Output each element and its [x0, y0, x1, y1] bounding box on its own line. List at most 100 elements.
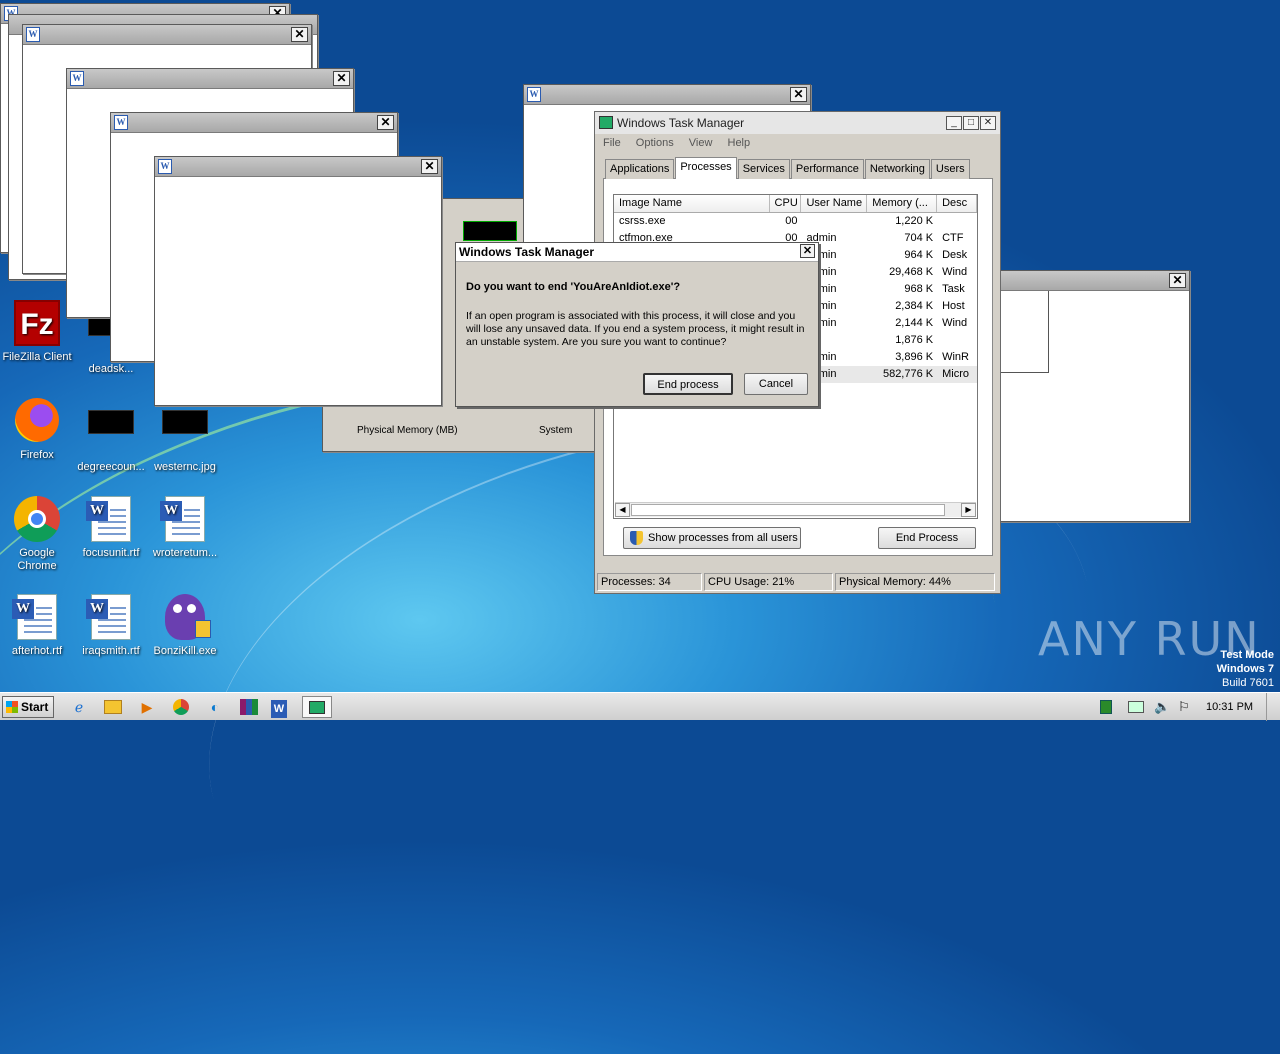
tray-volume-icon[interactable]: 🔈 — [1154, 699, 1170, 715]
cell-memory: 1,220 K — [895, 215, 934, 227]
cell-description: Wind — [942, 266, 968, 278]
dialog-question: Do you want to end 'YouAreAnIdiot.exe'? — [466, 281, 681, 293]
tab-processes[interactable]: Processes — [675, 157, 737, 179]
end-process-dialog[interactable]: Windows Task Manager ✕ Do you want to en… — [455, 242, 819, 407]
end-process-button[interactable]: End Process — [878, 527, 976, 549]
scroll-left-arrow[interactable]: ◀ — [615, 503, 630, 517]
chrome-icon — [13, 496, 61, 544]
desktop-icon-bonzikill[interactable]: BonziKill.exe — [148, 594, 222, 658]
tab-networking[interactable]: Networking — [864, 159, 930, 179]
start-button[interactable]: Start — [2, 696, 54, 718]
tab-performance[interactable]: Performance — [790, 159, 864, 179]
desktop-icon-label: Firefox — [20, 449, 54, 461]
column-cpu[interactable]: CPU — [770, 195, 802, 212]
word-icon[interactable]: W — [266, 696, 292, 718]
status-memory: Physical Memory: 44% — [835, 573, 995, 591]
media-player-icon[interactable]: ▶ — [134, 696, 160, 718]
tab-services[interactable]: Services — [737, 159, 790, 179]
word-icon: W — [26, 27, 40, 42]
process-row[interactable]: csrss.exe 00 1,220 K — [614, 213, 977, 230]
window-title: Windows Task Manager — [617, 116, 745, 130]
cancel-button[interactable]: Cancel — [744, 373, 808, 395]
close-button[interactable]: ✕ — [1169, 273, 1186, 288]
blank-window[interactable]: W ✕ — [154, 156, 442, 406]
word-doc-icon: W — [86, 496, 135, 544]
close-button[interactable]: ✕ — [333, 71, 350, 86]
dialog-titlebar[interactable]: Windows Task Manager ✕ — [456, 243, 818, 262]
tray-network-icon[interactable] — [1100, 700, 1112, 714]
chrome-icon[interactable] — [168, 696, 194, 718]
desktop-icon-afterhot[interactable]: W afterhot.rtf — [0, 594, 74, 658]
menu-view[interactable]: View — [689, 137, 713, 149]
desktop-icon-firefox[interactable]: Firefox — [0, 398, 74, 462]
menu-options[interactable]: Options — [636, 137, 674, 149]
cell-memory: 704 K — [904, 232, 934, 244]
menu-file[interactable]: File — [603, 137, 621, 149]
black-thumb-icon — [161, 410, 209, 458]
dialog-title: Windows Task Manager — [459, 245, 595, 259]
test-mode-text: Test Mode Windows 7 Build 7601 — [1216, 649, 1274, 689]
show-all-processes-button[interactable]: Show processes from all users — [623, 527, 801, 549]
desktop-icon-iraqsmith[interactable]: W iraqsmith.rtf — [74, 594, 148, 658]
process-list-header: Image Name CPU User Name Memory (... Des… — [614, 195, 977, 213]
task-manager-taskbar-icon[interactable] — [302, 696, 332, 718]
cell-memory: 964 K — [904, 249, 934, 261]
column-memory[interactable]: Memory (... — [867, 195, 938, 212]
desktop-icon-chrome[interactable]: Google Chrome — [0, 496, 74, 573]
word-icon: W — [158, 159, 172, 174]
show-desktop-button[interactable] — [1266, 693, 1280, 721]
status-processes: Processes: 34 — [597, 573, 702, 591]
minimize-button[interactable]: _ — [946, 116, 962, 130]
menu-help[interactable]: Help — [728, 137, 751, 149]
scroll-right-arrow[interactable]: ▶ — [961, 503, 976, 517]
status-bar: Processes: 34 CPU Usage: 21% Physical Me… — [597, 573, 998, 591]
shield-icon — [630, 531, 643, 545]
word-doc-icon: W — [12, 594, 61, 642]
word-doc-icon: W — [160, 496, 209, 544]
tab-applications[interactable]: Applications — [605, 159, 675, 179]
task-manager-icon — [599, 116, 613, 129]
close-button[interactable]: ✕ — [421, 159, 438, 174]
word-icon: W — [114, 115, 128, 130]
explorer-icon[interactable] — [100, 696, 126, 718]
tray-flag-icon[interactable]: ⚐ — [1178, 699, 1190, 715]
physical-memory-label: Physical Memory (MB) — [357, 425, 458, 436]
column-image-name[interactable]: Image Name — [614, 195, 770, 212]
dialog-close-button[interactable]: ✕ — [800, 244, 815, 258]
close-button[interactable]: ✕ — [790, 87, 807, 102]
edge-icon[interactable]: ◐ — [202, 696, 228, 718]
confirm-end-process-button[interactable]: End process — [643, 373, 733, 395]
menu-bar: File Options View Help — [595, 134, 1000, 153]
desktop-icon-wroteretum[interactable]: W wroteretum... — [148, 496, 222, 560]
desktop-icon-westernc[interactable]: westernc.jpg — [148, 398, 222, 474]
close-button[interactable]: ✕ — [291, 27, 308, 42]
status-cpu: CPU Usage: 21% — [704, 573, 833, 591]
taskbar-clock[interactable]: 10:31 PM — [1206, 701, 1253, 713]
desktop-icon-degreecoun[interactable]: degreecoun... — [74, 398, 148, 474]
cell-description: Host — [942, 300, 965, 312]
desktop-icon-label: focusunit.rtf — [82, 547, 140, 559]
cell-description: CTF — [942, 232, 964, 244]
cell-cpu: 00 — [785, 215, 798, 227]
desktop-icon-label: afterhot.rtf — [11, 645, 63, 657]
winrar-icon[interactable] — [236, 696, 262, 718]
tab-users[interactable]: Users — [930, 159, 970, 179]
word-icon: W — [527, 87, 541, 102]
horizontal-scrollbar[interactable]: ◀ ▶ — [615, 502, 976, 517]
cell-description — [937, 332, 977, 349]
maximize-button[interactable]: □ — [963, 116, 979, 130]
close-button[interactable]: ✕ — [980, 116, 996, 130]
desktop-icon-label: wroteretum... — [152, 547, 218, 559]
column-description[interactable]: Desc — [937, 195, 977, 212]
desktop-icon-filezilla[interactable]: Fz FileZilla Client — [0, 300, 74, 364]
cell-description: Task — [942, 283, 965, 295]
cell-image-name: csrss.exe — [619, 215, 666, 227]
task-manager-titlebar[interactable]: Windows Task Manager _ □ ✕ — [595, 112, 1000, 134]
column-user-name[interactable]: User Name — [801, 195, 868, 212]
tray-monitor-icon[interactable] — [1128, 701, 1144, 713]
cell-memory: 2,384 K — [895, 300, 934, 312]
desktop-icon-focusunit[interactable]: W focusunit.rtf — [74, 496, 148, 560]
ie-icon[interactable]: ℯ — [66, 696, 92, 718]
close-button[interactable]: ✕ — [377, 115, 394, 130]
scroll-thumb[interactable] — [631, 504, 945, 516]
